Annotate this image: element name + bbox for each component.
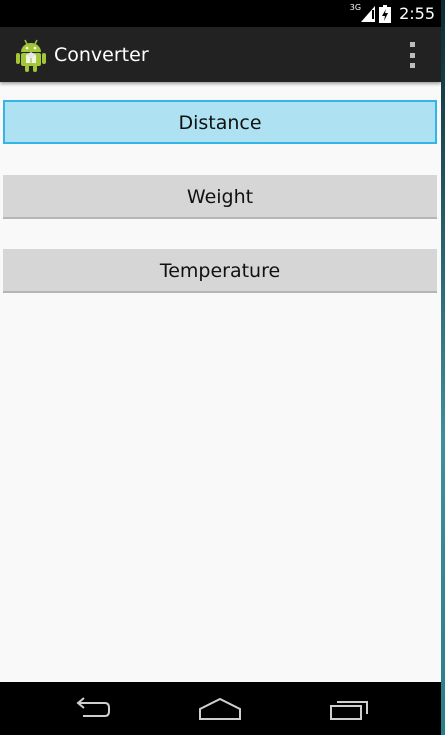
- signal-icon: [361, 5, 376, 22]
- window-edge: [441, 0, 445, 735]
- app-title: Converter: [54, 44, 149, 66]
- menu-dot: [409, 63, 415, 68]
- home-icon[interactable]: [190, 682, 250, 735]
- battery-icon: [379, 4, 392, 23]
- back-icon[interactable]: [60, 682, 120, 735]
- converter-menu: Distance Weight Temperature: [0, 82, 441, 682]
- recent-apps-icon[interactable]: [320, 682, 380, 735]
- status-icons: 3G 2:55: [350, 0, 435, 27]
- app-screen: 3G 2:55 Converter Distance Weight Temper…: [0, 0, 441, 735]
- distance-button[interactable]: Distance: [3, 100, 437, 144]
- menu-dot: [409, 42, 415, 47]
- action-bar: Converter: [0, 27, 441, 82]
- network-type-label: 3G: [349, 3, 362, 12]
- temperature-button[interactable]: Temperature: [3, 249, 437, 293]
- status-bar: 3G 2:55: [0, 0, 441, 27]
- status-clock: 2:55: [399, 4, 435, 23]
- weight-button[interactable]: Weight: [3, 175, 437, 219]
- menu-dot: [409, 52, 415, 58]
- android-app-icon[interactable]: [15, 38, 47, 72]
- overflow-menu-icon[interactable]: [403, 40, 421, 70]
- navigation-bar: [0, 682, 441, 735]
